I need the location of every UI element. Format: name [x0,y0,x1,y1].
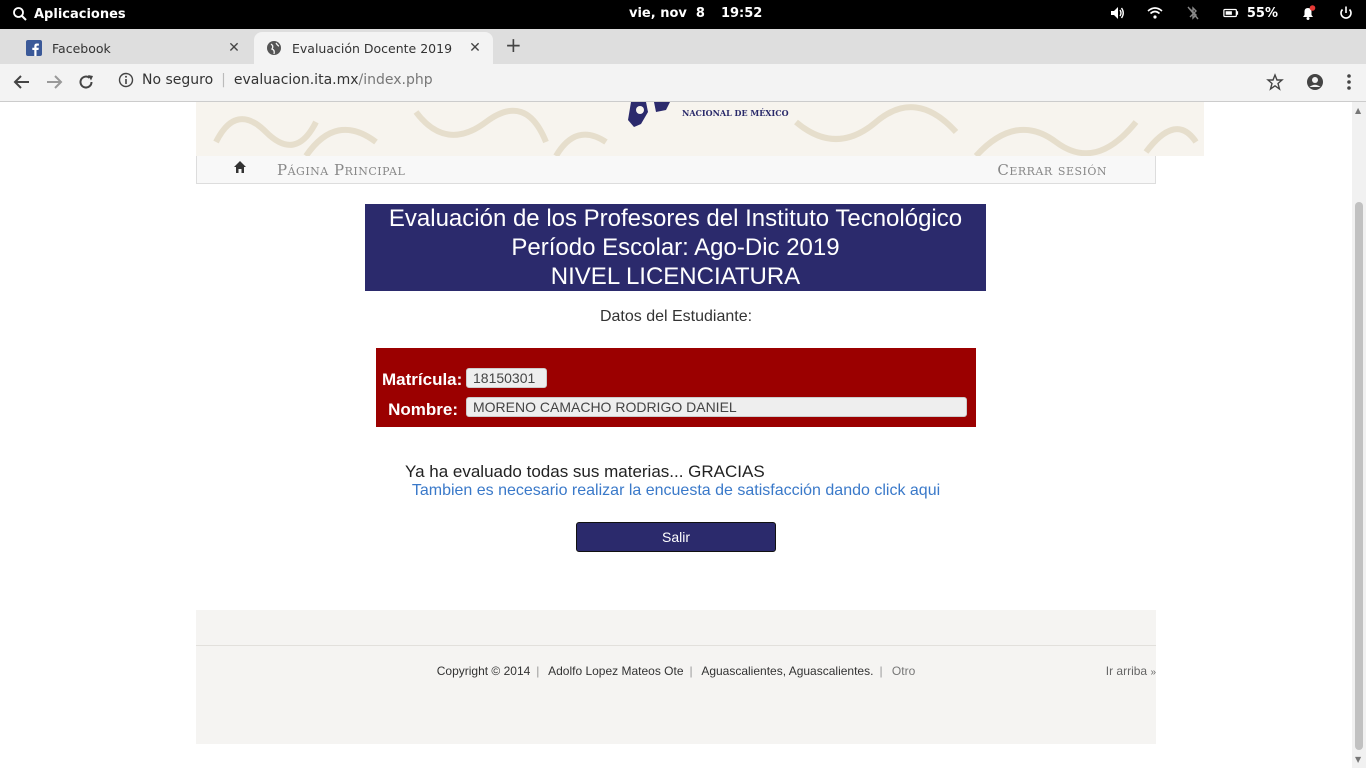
browser-tab-bar: Facebook ✕ Evaluación Docente 2019 ✕ + [0,29,1366,64]
system-top-bar: Aplicaciones vie, nov 8 19:52 55% [0,0,1366,29]
applications-label: Aplicaciones [34,6,126,22]
main-nav: Página Principal Cerrar sesión [196,156,1156,184]
footer-city: Aguascalientes, Aguascalientes. [701,664,874,678]
matricula-label: Matrícula: [382,370,463,389]
globe-icon [267,41,281,55]
back-arrow-icon [13,75,29,89]
page-viewport: NACIONAL DE MÉXICO Página Principal Cerr… [0,102,1352,768]
battery-indicator[interactable]: 55% [1223,5,1278,21]
footer-copyright: Copyright © 2014 [436,664,531,678]
evaluation-complete-message: Ya ha evaluado todas sus materias... GRA… [405,462,765,481]
exit-button[interactable]: Salir [576,522,776,552]
url-host: evaluacion.ita.mx [233,72,359,88]
notification-bell-icon[interactable] [1300,5,1316,21]
close-tab-icon[interactable]: ✕ [467,40,483,56]
title-line-2: Período Escolar: Ago-Dic 2019 [511,234,840,261]
back-button[interactable] [12,73,32,93]
clock[interactable]: vie, nov 8 19:52 [629,6,762,21]
new-tab-button[interactable]: + [505,33,522,57]
tecnm-emblem-icon [628,102,670,127]
reload-icon [79,75,93,89]
student-info-box: Matrícula: 18150301 Nombre: MORENO CAMAC… [376,348,976,427]
search-icon [13,7,27,21]
menu-kebab-icon[interactable] [1346,73,1352,91]
date-label: vie, nov 8 [629,6,705,21]
security-label: No seguro [142,72,214,88]
scroll-up-arrow-icon[interactable]: ▲ [1355,106,1361,115]
url-path: /index.php [358,72,433,88]
logo-text: NACIONAL DE MÉXICO [682,108,789,118]
account-icon[interactable] [1306,73,1324,91]
info-icon[interactable] [118,72,134,88]
double-chevron-right-icon: » [1150,667,1156,678]
browser-actions [1266,73,1352,91]
url-separator: | [221,72,226,88]
footer-separator: | [536,664,540,678]
time-label: 19:52 [720,6,763,21]
footer-address: Adolfo Lopez Mateos Ote [548,664,684,678]
scrollbar-thumb[interactable] [1355,202,1363,750]
applications-menu[interactable]: Aplicaciones [12,6,126,22]
battery-percent: 55% [1246,5,1278,21]
nav-home-link[interactable]: Página Principal [277,161,405,179]
footer-other-link[interactable]: Otro [892,664,915,678]
title-line-1: Evaluación de los Profesores del Institu… [388,205,963,232]
footer-divider [196,645,1156,646]
back-to-top-link[interactable]: Ir arriba » [1106,664,1156,678]
scroll-down-arrow-icon[interactable]: ▼ [1355,755,1361,764]
tab-facebook-title: Facebook [52,40,111,56]
tab-evaluacion[interactable]: Evaluación Docente 2019 ✕ [254,32,493,64]
page-footer: Copyright © 2014 | Adolfo Lopez Mateos Ot… [196,610,1156,744]
back-to-top-label: Ir arriba [1105,664,1148,678]
wifi-icon[interactable] [1147,5,1163,21]
power-icon[interactable] [1338,5,1354,21]
nombre-field[interactable]: MORENO CAMACHO RODRIGO DANIEL [466,397,967,417]
url-field[interactable]: No seguro | evaluacion.ita.mx/index.php [118,72,433,88]
satisfaction-survey-link[interactable]: Tambien es necesario realizar la encuest… [0,482,1352,500]
footer-info: Copyright © 2014 | Adolfo Lopez Mateos Ot… [196,664,1156,678]
tab-evaluacion-title: Evaluación Docente 2019 [292,40,453,56]
footer-separator: | [879,664,883,678]
nombre-label: Nombre: [388,400,458,419]
student-section-label: Datos del Estudiante: [599,308,753,325]
header-banner: NACIONAL DE MÉXICO [196,102,1204,156]
battery-icon [1223,8,1238,18]
volume-icon[interactable] [1109,5,1125,21]
home-icon[interactable] [233,160,247,174]
browser-address-bar: No seguro | evaluacion.ita.mx/index.php [0,64,1366,102]
tab-facebook[interactable]: Facebook ✕ [14,32,252,64]
nav-logout-link[interactable]: Cerrar sesión [997,161,1107,179]
tecnm-logo[interactable]: NACIONAL DE MÉXICO [626,102,789,130]
evaluation-title-box: Evaluación de los Profesores del Institu… [365,204,986,291]
facebook-icon [26,40,42,56]
reload-button[interactable] [76,73,96,93]
title-line-3: NIVEL LICENCIATURA [550,263,801,290]
footer-separator: | [689,664,693,678]
system-tray: 55% [1109,5,1354,21]
forward-button[interactable] [44,73,64,93]
close-tab-icon[interactable]: ✕ [226,40,242,56]
forward-arrow-icon [47,75,63,89]
bluetooth-off-icon[interactable] [1185,5,1201,21]
matricula-field[interactable]: 18150301 [466,368,547,388]
bookmark-star-icon[interactable] [1266,73,1284,91]
page-scrollbar[interactable]: ▲ ▼ [1352,102,1366,768]
